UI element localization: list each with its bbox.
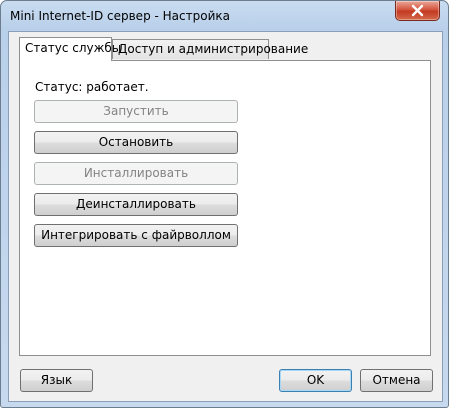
tab-access-administration[interactable]: Доступ и администрирование: [112, 39, 308, 59]
language-button[interactable]: Язык: [20, 369, 93, 392]
dialog-client-area: Статус службы Доступ и администрирование…: [8, 31, 443, 402]
uninstall-button[interactable]: Деинсталлировать: [34, 193, 238, 216]
title-bar[interactable]: Mini Internet-ID сервер - Настройка: [1, 1, 448, 31]
cancel-button[interactable]: Отмена: [360, 369, 433, 392]
install-button[interactable]: Инсталлировать: [34, 162, 238, 185]
window-title: Mini Internet-ID сервер - Настройка: [10, 9, 230, 23]
tab-service-status[interactable]: Статус службы: [19, 37, 121, 61]
start-button[interactable]: Запустить: [34, 100, 238, 123]
close-button[interactable]: [395, 1, 440, 21]
service-status-panel: Статус: работает. Запустить Остановить И…: [19, 60, 431, 356]
dialog-window: Mini Internet-ID сервер - Настройка Стат…: [0, 0, 449, 408]
stop-button[interactable]: Остановить: [34, 131, 238, 154]
firewall-integrate-button[interactable]: Интегрировать с файрволлом: [34, 224, 238, 247]
ok-button[interactable]: OK: [279, 369, 352, 392]
close-icon: [411, 4, 424, 17]
status-text: Статус: работает.: [35, 80, 149, 94]
